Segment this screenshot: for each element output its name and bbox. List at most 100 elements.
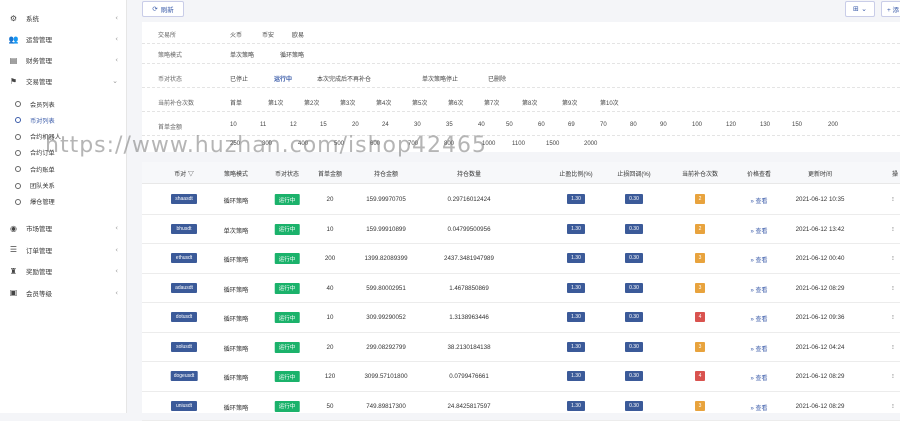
sidebar-subitem[interactable]: 爆仓管理 xyxy=(0,195,127,209)
sidebar-subitem[interactable]: 合约机器人 xyxy=(0,130,127,144)
column-header[interactable]: 策略模式 xyxy=(224,169,248,178)
column-header[interactable]: 币对状态 xyxy=(275,169,299,178)
sidebar-item[interactable]: ♜奖励管理‹ xyxy=(0,264,127,278)
filter-option[interactable]: 80 xyxy=(630,122,637,128)
filter-option[interactable]: 20 xyxy=(352,122,359,128)
symbol-badge[interactable]: dogeusdt xyxy=(171,371,198,381)
sidebar-item[interactable]: 👥运营管理‹ xyxy=(0,32,127,46)
sidebar-subitem[interactable]: 合约订单 xyxy=(0,146,127,160)
filter-option[interactable]: 币安 xyxy=(262,30,274,39)
column-header[interactable]: 价格查看 xyxy=(747,169,771,178)
sidebar-item[interactable]: ▤财务管理‹ xyxy=(0,53,127,67)
filter-option[interactable]: 循环策略 xyxy=(280,50,304,59)
table-row[interactable]: ethusdt循环策略运行中2001399.820893992437.34819… xyxy=(142,244,900,274)
table-row[interactable]: solusdt循环策略运行中20299.0829279938.213018413… xyxy=(142,333,900,363)
filter-option[interactable]: 1000 xyxy=(482,141,495,147)
filter-option[interactable]: 2000 xyxy=(584,141,597,147)
symbol-badge[interactable]: adausdt xyxy=(171,283,197,293)
symbol-badge[interactable]: uniusdt xyxy=(171,401,197,411)
view-price-link[interactable]: » 查看 xyxy=(750,226,767,235)
filter-option[interactable]: 200 xyxy=(828,122,838,128)
table-row[interactable]: bhusdt单次策略运行中10159.999108990.04799500956… xyxy=(142,215,900,245)
filter-option[interactable]: 50 xyxy=(506,122,513,128)
filter-option[interactable]: 运行中 xyxy=(274,74,292,83)
sidebar-subitem[interactable]: 币对列表 xyxy=(0,113,127,127)
row-action-icon[interactable]: ⁝ xyxy=(892,403,894,410)
filter-option[interactable]: 第9次 xyxy=(562,98,577,107)
filter-option[interactable]: 12 xyxy=(290,122,297,128)
view-price-link[interactable]: » 查看 xyxy=(750,314,767,323)
symbol-badge[interactable]: shaasdt xyxy=(171,194,197,204)
filter-option[interactable]: 10 xyxy=(230,122,237,128)
filter-option[interactable]: 第3次 xyxy=(340,98,355,107)
symbol-badge[interactable]: solusdt xyxy=(171,342,197,352)
filter-option[interactable]: 120 xyxy=(726,122,736,128)
filter-option[interactable]: 700 xyxy=(408,141,418,147)
filter-option[interactable]: 500 xyxy=(334,141,344,147)
row-action-icon[interactable]: ⁝ xyxy=(892,344,894,351)
sidebar-item[interactable]: ◉市场管理‹ xyxy=(0,221,127,235)
view-price-link[interactable]: » 查看 xyxy=(750,403,767,412)
filter-option[interactable]: 60 xyxy=(538,122,545,128)
filter-option[interactable]: 已删除 xyxy=(488,74,506,83)
filter-option[interactable]: 第4次 xyxy=(376,98,391,107)
filter-option[interactable]: 第10次 xyxy=(600,98,619,107)
filter-option[interactable]: 15 xyxy=(320,122,327,128)
row-action-icon[interactable]: ⁝ xyxy=(892,196,894,203)
view-price-link[interactable]: » 查看 xyxy=(750,255,767,264)
sidebar-subitem[interactable]: 团队关系 xyxy=(0,179,127,193)
filter-option[interactable]: 600 xyxy=(370,141,380,147)
filter-option[interactable]: 第7次 xyxy=(484,98,499,107)
filter-option[interactable]: 24 xyxy=(382,122,389,128)
add-button[interactable]: + 添 xyxy=(881,1,900,17)
sidebar-subitem[interactable]: 合约账单 xyxy=(0,162,127,176)
filter-option[interactable]: 第2次 xyxy=(304,98,319,107)
column-header[interactable]: 币对 ▽ xyxy=(174,169,194,178)
table-row[interactable]: uniusdt循环策略运行中50749.8981730024.842581759… xyxy=(142,392,900,421)
filter-option[interactable]: 400 xyxy=(298,141,308,147)
filter-option[interactable]: 70 xyxy=(600,122,607,128)
view-price-link[interactable]: » 查看 xyxy=(750,344,767,353)
filter-option[interactable]: 本次完成后不再补仓 xyxy=(317,74,371,83)
filter-option[interactable]: 欧易 xyxy=(292,30,304,39)
filter-option[interactable]: 30 xyxy=(414,122,421,128)
filter-option[interactable]: 300 xyxy=(262,141,272,147)
filter-option[interactable]: 首单 xyxy=(230,98,242,107)
column-header[interactable]: 止盈比例(%) xyxy=(559,169,592,178)
sidebar-subitem[interactable]: 会员列表 xyxy=(0,97,127,111)
row-action-icon[interactable]: ⁝ xyxy=(892,285,894,292)
column-header[interactable]: 更新时间 xyxy=(808,169,832,178)
column-header[interactable]: 操 xyxy=(892,169,898,178)
filter-option[interactable]: 800 xyxy=(444,141,454,147)
symbol-badge[interactable]: bhusdt xyxy=(171,224,197,234)
filter-option[interactable]: 单次策略停止 xyxy=(422,74,458,83)
filter-option[interactable]: 第5次 xyxy=(412,98,427,107)
sidebar-item[interactable]: ⚑交易管理⌄ xyxy=(0,74,127,88)
filter-option[interactable]: 150 xyxy=(792,122,802,128)
filter-option[interactable]: 69 xyxy=(568,122,575,128)
view-price-link[interactable]: » 查看 xyxy=(750,373,767,382)
filter-option[interactable]: 第6次 xyxy=(448,98,463,107)
table-row[interactable]: shaasdt循环策略运行中20159.999707050.2971601242… xyxy=(142,185,900,215)
column-header[interactable]: 首单金额 xyxy=(318,169,342,178)
filter-option[interactable]: 1500 xyxy=(546,141,559,147)
column-header[interactable]: 持仓数量 xyxy=(457,169,481,178)
filter-option[interactable]: 火币 xyxy=(230,30,242,39)
filter-option[interactable]: 90 xyxy=(660,122,667,128)
columns-toggle-button[interactable]: ⊞ ⌄ xyxy=(845,1,875,17)
view-price-link[interactable]: » 查看 xyxy=(750,196,767,205)
symbol-badge[interactable]: ethusdt xyxy=(171,253,197,263)
row-action-icon[interactable]: ⁝ xyxy=(892,255,894,262)
filter-option[interactable]: 40 xyxy=(478,122,485,128)
symbol-badge[interactable]: dotusdt xyxy=(171,312,197,322)
filter-option[interactable]: 已停止 xyxy=(230,74,248,83)
filter-option[interactable]: 130 xyxy=(760,122,770,128)
filter-option[interactable]: 1100 xyxy=(512,141,525,147)
row-action-icon[interactable]: ⁝ xyxy=(892,373,894,380)
filter-option[interactable]: 第8次 xyxy=(522,98,537,107)
column-header[interactable]: 当前补仓次数 xyxy=(682,169,718,178)
row-action-icon[interactable]: ⁝ xyxy=(892,314,894,321)
column-header[interactable]: 持仓金额 xyxy=(374,169,398,178)
filter-option[interactable]: 250 xyxy=(230,141,240,147)
column-header[interactable]: 止损回调(%) xyxy=(617,169,650,178)
